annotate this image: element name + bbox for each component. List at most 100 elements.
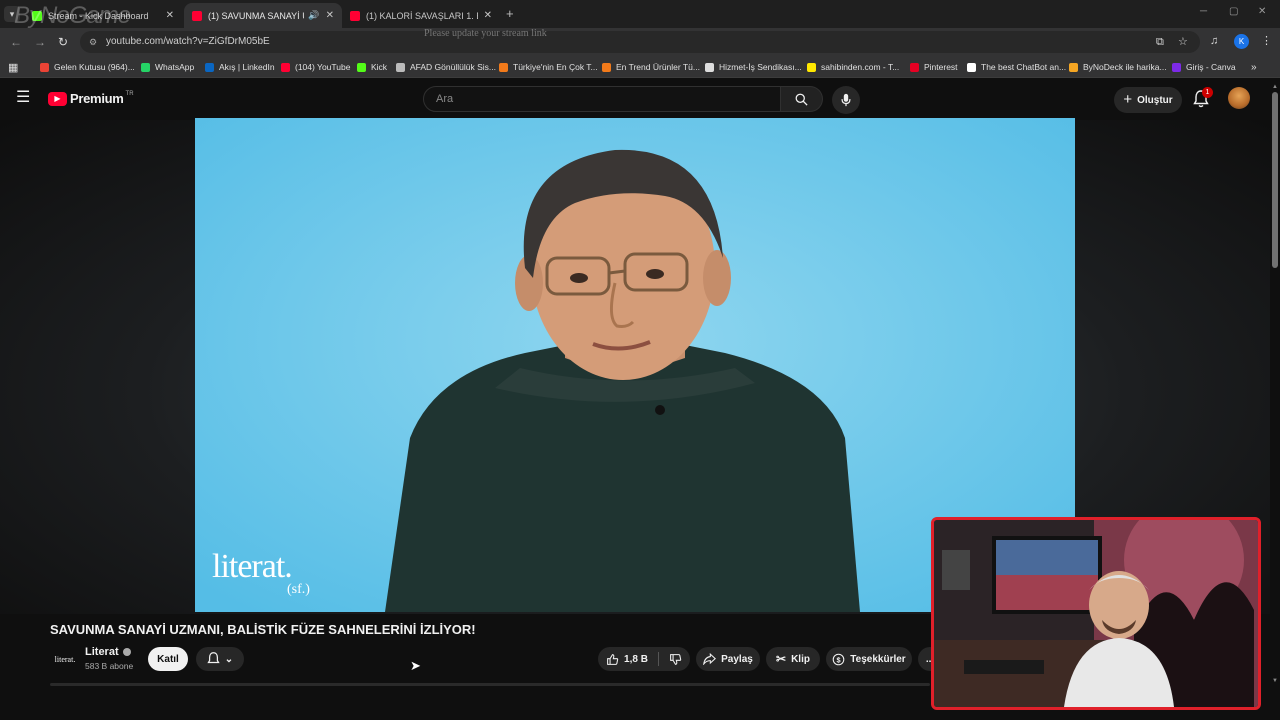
thumbs-up-icon xyxy=(607,653,619,665)
bookmark-item[interactable]: Gelen Kutusu (964)... xyxy=(40,60,135,74)
bookmark-label: The best ChatBot an... xyxy=(981,62,1067,72)
bookmark-label: Türkiye'nin En Çok T... xyxy=(513,62,598,72)
join-button[interactable]: Katıl xyxy=(148,647,188,671)
notifications-button[interactable]: 1 xyxy=(1193,87,1213,113)
minimize-icon[interactable]: ─ xyxy=(1200,6,1207,17)
channel-avatar[interactable]: literat. xyxy=(51,647,79,671)
profile-avatar[interactable]: K xyxy=(1234,34,1249,49)
address-bar[interactable]: ⚙ youtube.com/watch?v=ZiGfDrM05bE Please… xyxy=(80,28,1200,53)
maximize-icon[interactable]: ▢ xyxy=(1229,6,1238,17)
back-icon[interactable]: ← xyxy=(10,35,22,49)
bookmark-label: ByNoDeck ile harika... xyxy=(1083,62,1167,72)
bookmark-item[interactable]: AFAD Gönüllülük Sis... xyxy=(396,60,496,74)
tab-savunma-sanayi[interactable]: (1) SAVUNMA SANAYİ UZM 🔊 ✕ xyxy=(184,3,342,28)
plus-icon: + xyxy=(1123,91,1133,108)
dislike-button[interactable] xyxy=(669,653,682,666)
bell-icon xyxy=(207,652,220,664)
bookmark-favicon-icon xyxy=(910,62,919,72)
install-app-icon[interactable]: ⧉ xyxy=(1156,31,1164,53)
bookmark-item[interactable]: The best ChatBot an... xyxy=(967,60,1066,74)
webcam-image xyxy=(934,520,1258,707)
bookmark-item[interactable]: Hizmet-İş Sendikası... xyxy=(705,60,802,74)
thanks-button[interactable]: $ Teşekkürler xyxy=(826,647,912,671)
browser-menu-icon[interactable]: ⋮ xyxy=(1261,34,1272,47)
bookmark-item[interactable]: WhatsApp xyxy=(141,60,194,74)
search-icon xyxy=(795,93,808,106)
url-text: youtube.com/watch?v=ZiGfDrM05bE xyxy=(106,36,270,47)
subscriber-count: 583 B abone xyxy=(85,661,134,671)
bookmark-label: Kick xyxy=(371,62,388,72)
region-code: TR xyxy=(125,90,134,97)
voice-search-button[interactable] xyxy=(832,86,860,114)
bookmark-item[interactable]: (104) YouTube xyxy=(281,60,350,74)
bookmark-item[interactable]: Pinterest xyxy=(910,60,958,74)
chevron-down-icon: ⌄ xyxy=(224,653,234,665)
bookmark-label: AFAD Gönüllülük Sis... xyxy=(410,62,496,72)
youtube-logo[interactable]: ▶ Premium TR xyxy=(48,91,134,106)
search-button[interactable] xyxy=(781,86,823,112)
tab-label: (1) KALORİ SAVAŞLARI 1. BÖLÜ xyxy=(366,10,478,21)
hamburger-menu-icon[interactable]: ☰ xyxy=(16,90,30,106)
stream-overlay-text: Please update your stream link xyxy=(424,28,547,39)
share-label: Paylaş xyxy=(721,653,753,665)
microphone-icon xyxy=(841,93,851,107)
create-button[interactable]: + Oluştur xyxy=(1114,87,1182,113)
close-icon[interactable]: ✕ xyxy=(320,10,334,21)
like-button[interactable]: 1,8 B xyxy=(606,653,648,666)
divider xyxy=(657,652,659,666)
literat-watermark-sub: (sf.) xyxy=(287,582,310,597)
media-controls-icon[interactable]: ♫ xyxy=(1210,35,1218,47)
bookmark-label: Pinterest xyxy=(924,62,958,72)
close-icon[interactable]: ✕ xyxy=(478,10,492,21)
share-button[interactable]: Paylaş xyxy=(696,647,760,671)
apps-grid-icon[interactable]: ▦ xyxy=(8,60,18,74)
bookmark-item[interactable]: En Trend Ürünler Tü... xyxy=(602,60,700,74)
channel-name-link[interactable]: Literat xyxy=(85,646,131,658)
new-tab-button[interactable]: + xyxy=(506,6,514,21)
mouse-cursor-icon: ➤ xyxy=(410,658,421,673)
clip-label: Klip xyxy=(791,653,810,665)
scroll-up-icon[interactable]: ▲ xyxy=(1272,84,1278,90)
bookmark-item[interactable]: Türkiye'nin En Çok T... xyxy=(499,60,598,74)
page-scrollbar[interactable]: ▲ ▼ xyxy=(1270,78,1280,692)
tab-label: (1) SAVUNMA SANAYİ UZM xyxy=(208,10,304,21)
speaker-icon[interactable]: 🔊 xyxy=(308,10,319,21)
channel-name: Literat xyxy=(85,646,119,658)
close-icon[interactable]: ✕ xyxy=(160,10,174,21)
scroll-down-icon[interactable]: ▼ xyxy=(1272,678,1278,684)
bookmark-label: En Trend Ürünler Tü... xyxy=(616,62,700,72)
reload-icon[interactable]: ↻ xyxy=(58,35,68,49)
stream-watermark: ByNoGame xyxy=(14,2,131,29)
bookmark-label: Gelen Kutusu (964)... xyxy=(54,62,135,72)
like-dislike-group: 1,8 B xyxy=(598,647,690,671)
account-avatar[interactable] xyxy=(1228,87,1250,109)
bookmark-label: Hizmet-İş Sendikası... xyxy=(719,62,802,72)
bookmark-favicon-icon xyxy=(602,62,611,72)
description-bar[interactable] xyxy=(50,683,930,686)
bookmark-label: WhatsApp xyxy=(155,62,195,72)
forward-icon[interactable]: → xyxy=(34,35,46,49)
more-bookmarks-icon[interactable]: » xyxy=(1251,60,1257,74)
thumbs-down-icon xyxy=(670,653,682,665)
bookmark-favicon-icon xyxy=(141,62,150,72)
bookmark-favicon-icon xyxy=(705,62,714,72)
subscribed-dropdown-button[interactable]: ⌄ xyxy=(196,647,244,671)
share-icon xyxy=(703,653,717,665)
bookmark-item[interactable]: ByNoDeck ile harika... xyxy=(1069,60,1167,74)
bookmark-item[interactable]: Kick xyxy=(357,60,387,74)
bookmark-item[interactable]: Akış | LinkedIn xyxy=(205,60,275,74)
bookmark-star-icon[interactable]: ☆ xyxy=(1178,31,1188,53)
create-label: Oluştur xyxy=(1137,94,1173,106)
browser-tab-strip: ▾ Stream - Kick Dashboard ✕ (1) SAVUNMA … xyxy=(0,0,1280,29)
search-input[interactable]: Ara xyxy=(423,86,781,112)
bookmark-item[interactable]: Giriş - Canva xyxy=(1172,60,1236,74)
site-info-icon[interactable]: ⚙ xyxy=(89,31,97,53)
youtube-favicon-icon xyxy=(192,10,202,21)
bookmark-favicon-icon xyxy=(807,62,816,72)
bookmark-item[interactable]: sahibinden.com - T... xyxy=(807,60,899,74)
clip-button[interactable]: ✂ Klip xyxy=(766,647,820,671)
scrollbar-thumb[interactable] xyxy=(1272,92,1278,268)
youtube-header: ☰ ▶ Premium TR Ara + Oluştur 1 xyxy=(0,78,1280,120)
bookmark-label: Akış | LinkedIn xyxy=(219,62,275,72)
close-window-icon[interactable]: ✕ xyxy=(1258,6,1266,17)
